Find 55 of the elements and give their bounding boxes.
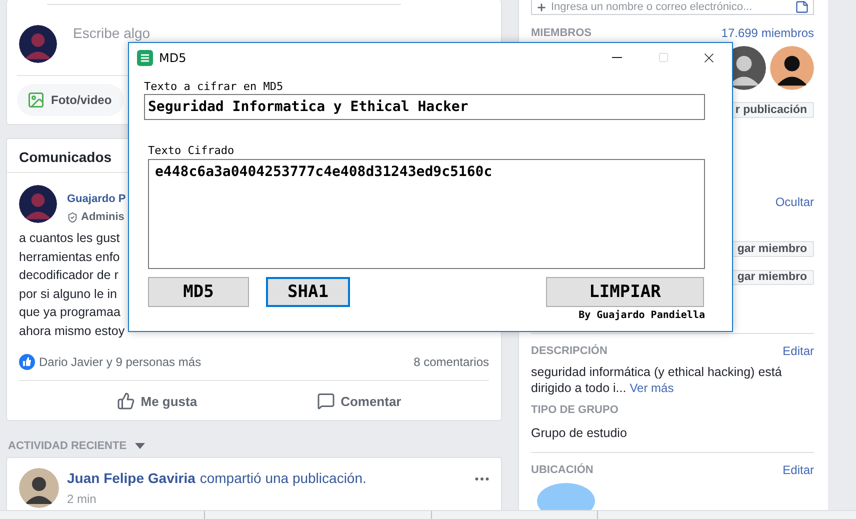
add-member-button[interactable]: gar miembro (732, 240, 814, 257)
comments-count[interactable]: 8 comentarios (414, 355, 489, 369)
author-name[interactable]: Guajardo P (67, 193, 126, 205)
photo-icon (27, 91, 45, 109)
post-button[interactable]: r publicación (730, 102, 814, 118)
output-field[interactable]: e448c6a3a0404253777c4e408d31243ed9c5160c (148, 159, 705, 269)
post-text: por si alguno le in (19, 286, 117, 303)
caret-icon[interactable] (134, 443, 145, 449)
section-title: DESCRIPCIÓN (531, 345, 608, 358)
members-count-link[interactable]: 17.699 miembros (721, 26, 814, 40)
hide-link[interactable]: Ocultar (775, 194, 814, 209)
thumbs-up-icon (116, 392, 135, 410)
photo-video-button[interactable]: Foto/video (17, 84, 124, 116)
comment-button[interactable]: Comentar (310, 391, 408, 411)
post-text: ahora mismo estoy (19, 322, 125, 340)
clear-button[interactable]: LIMPIAR (546, 277, 704, 307)
edit-link[interactable]: Editar (782, 462, 814, 477)
timestamp: 2 min (67, 492, 98, 506)
add-member-button[interactable]: gar miembro (732, 270, 814, 286)
edit-link[interactable]: Editar (782, 344, 814, 358)
input-field[interactable]: Seguridad Informatica y Ethical Hacker (144, 94, 705, 120)
field-label: Texto a cifrar en MD5 (144, 80, 284, 93)
app-icon (137, 50, 153, 66)
post-text: decodificador de r (19, 267, 118, 284)
maximize-icon (658, 52, 668, 63)
comment-icon (316, 392, 335, 410)
note-icon (795, 0, 809, 14)
avatar (19, 185, 57, 223)
avatar (770, 46, 814, 90)
like-button[interactable]: Me gusta (110, 391, 204, 411)
post-text: herramientas enfo (19, 248, 120, 266)
post-text: que ya programaa (19, 304, 120, 321)
avatar (19, 468, 59, 508)
like-badge-icon (19, 354, 35, 370)
description-text: seguridad informática (y ethical hacking) está dirigido a todo i... Ver más (531, 364, 783, 396)
reactions-text[interactable]: Dario Javier y 9 personas más (39, 355, 202, 369)
section-title: ACTIVIDAD RECIENTE (8, 440, 127, 452)
hash-button[interactable]: MD5 (148, 277, 249, 307)
avatar (19, 24, 57, 63)
group-type-value: Grupo de estudio (531, 426, 628, 440)
section-title: UBICACIÓN (531, 464, 594, 476)
see-more-link[interactable]: Ver más (630, 381, 674, 396)
section-title: TIPO DE GRUPO (531, 404, 618, 416)
plus-icon (536, 2, 547, 12)
invite-field[interactable]: Ingresa un nombre o correo electrónico... (531, 0, 814, 15)
credit-text: By Guajardo Pandiella (578, 310, 705, 321)
section-title: MIEMBROS (531, 27, 592, 39)
post-text: a cuantos les gust (19, 230, 120, 247)
hash-button[interactable]: SHA1 (266, 277, 350, 307)
shield-icon (67, 212, 78, 222)
field-label: Texto Cifrado (148, 144, 234, 157)
minimize-icon (612, 57, 622, 58)
activity-text: Juan Felipe Gaviria compartió una publicación. (67, 470, 366, 488)
window-title: MD5 (159, 50, 188, 64)
role-label: Adminis (81, 211, 124, 223)
